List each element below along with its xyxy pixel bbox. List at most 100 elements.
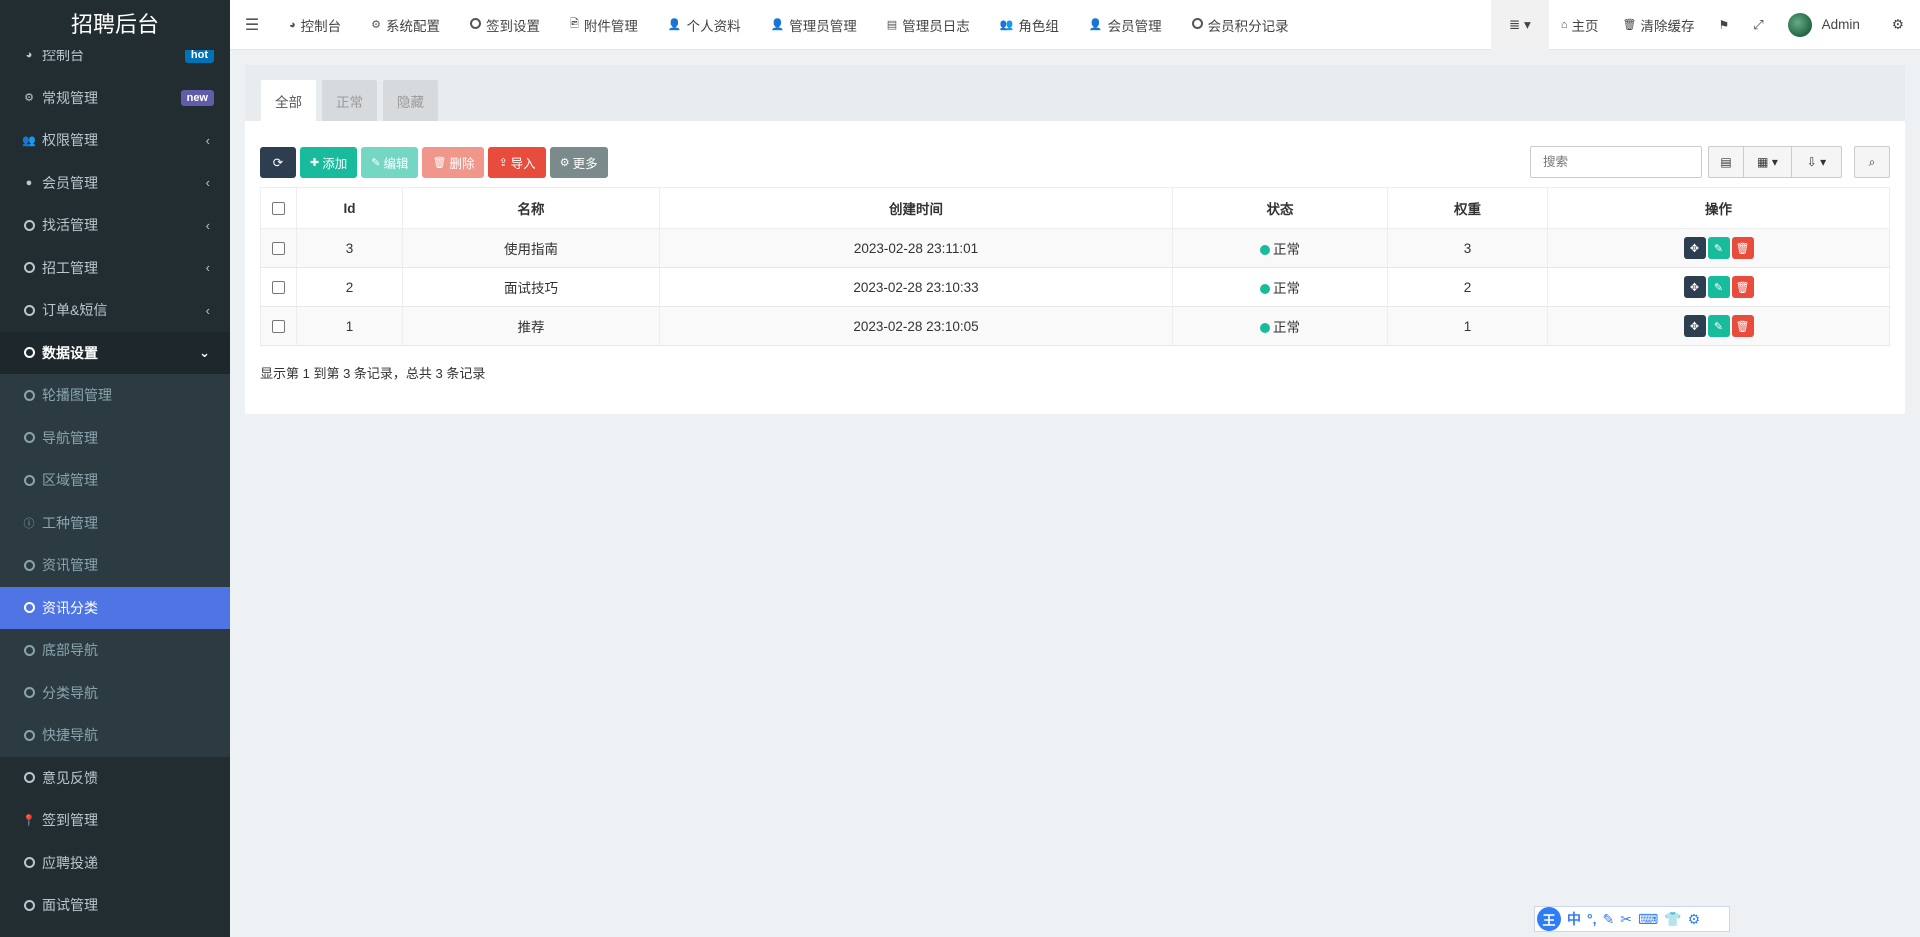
search-input[interactable] xyxy=(1530,146,1702,178)
row-delete-button[interactable]: 🗑 xyxy=(1731,315,1754,337)
row-select-cell xyxy=(260,306,297,346)
sidebar-toggle-icon[interactable]: ☰ xyxy=(230,0,274,50)
sidebar-item-members[interactable]: ● 会员管理 ‹ xyxy=(0,162,230,205)
nav-dashboard[interactable]: ◕ 控制台 xyxy=(274,0,356,50)
nav-members[interactable]: 👤 会员管理 xyxy=(1074,0,1177,50)
add-button[interactable]: ✚ 添加 xyxy=(300,146,358,178)
menu-dropdown-button[interactable]: ≣ ▾ xyxy=(1490,0,1549,50)
row-edit-button[interactable]: ✎ xyxy=(1707,315,1730,337)
import-label: 导入 xyxy=(510,156,536,171)
clear-cache-button[interactable]: 🗑 清除缓存 xyxy=(1610,0,1706,50)
chevron-left-icon: ‹ xyxy=(205,217,210,233)
sidebar-item-orders-sms[interactable]: 订单&短信 ‹ xyxy=(0,289,230,332)
sidebar-item-label: 找活管理 xyxy=(42,217,98,234)
drag-sort-button[interactable]: ✥ xyxy=(1683,276,1706,298)
ime-logo[interactable]: 王 xyxy=(1537,907,1561,931)
chevron-down-icon: ⌄ xyxy=(199,344,210,360)
export-button[interactable]: ⇩ ▾ xyxy=(1792,146,1842,178)
column-header-name[interactable]: 名称 xyxy=(402,187,660,229)
sidebar-item-label: 轮播图管理 xyxy=(42,387,112,404)
sidebar-item-recruit[interactable]: 招工管理 ‹ xyxy=(0,247,230,290)
circle-icon xyxy=(22,643,36,657)
drag-sort-button[interactable]: ✥ xyxy=(1683,237,1706,259)
nav-label: 控制台 xyxy=(300,18,342,34)
keyboard-icon[interactable]: ⌨ xyxy=(1638,911,1658,928)
scissors-icon[interactable]: ✂ xyxy=(1620,911,1632,928)
search-button[interactable]: ⌕ xyxy=(1854,146,1890,178)
column-header-status[interactable]: 状态 xyxy=(1172,187,1388,229)
fullscreen-icon[interactable]: ⤢ xyxy=(1741,0,1775,50)
more-button[interactable]: ⚙ 更多 xyxy=(549,146,608,178)
nav-admins[interactable]: 👤 管理员管理 xyxy=(756,0,872,50)
user-icon: 👤 xyxy=(770,19,785,31)
sidebar-subitem-category-nav[interactable]: 分类导航 xyxy=(0,672,230,715)
sidebar-subitem-quick-nav[interactable]: 快捷导航 xyxy=(0,714,230,757)
handwriting-icon[interactable]: ✎ xyxy=(1603,911,1615,928)
sidebar-subitem-footer-nav[interactable]: 底部导航 xyxy=(0,629,230,672)
row-select-cell xyxy=(260,267,297,307)
delete-button[interactable]: 🗑 删除 xyxy=(422,146,485,178)
row-checkbox[interactable] xyxy=(272,242,285,256)
ime-language-toggle[interactable]: 中 xyxy=(1567,909,1581,929)
column-header-created[interactable]: 创建时间 xyxy=(659,187,1173,229)
sidebar-subitem-job-type[interactable]: ⓘ 工种管理 xyxy=(0,502,230,545)
row-checkbox[interactable] xyxy=(272,320,285,334)
column-header-weight[interactable]: 权重 xyxy=(1387,187,1548,229)
nav-system-config[interactable]: ⚙ 系统配置 xyxy=(356,0,455,50)
sidebar-item-label: 导航管理 xyxy=(42,429,98,446)
sidebar-item-label: 面试管理 xyxy=(42,897,98,914)
toggle-view-button[interactable]: ▤ xyxy=(1708,146,1744,178)
sidebar-subitem-news[interactable]: 资讯管理 xyxy=(0,544,230,587)
sidebar-item-label: 分类导航 xyxy=(42,684,98,701)
tab-all[interactable]: 全部 xyxy=(261,80,316,121)
columns-button[interactable]: ▦ ▾ xyxy=(1744,146,1792,178)
language-icon[interactable]: ⚑ xyxy=(1706,0,1741,50)
row-checkbox[interactable] xyxy=(272,281,285,295)
sidebar-item-find-work[interactable]: 找活管理 ‹ xyxy=(0,204,230,247)
app-logo[interactable]: 招聘后台 xyxy=(0,0,230,50)
tab-hidden[interactable]: 隐藏 xyxy=(383,80,438,121)
table-row: 2 面试技巧 2023-02-28 23:10:33 正常 2 ✥ ✎ 🗑 xyxy=(260,267,1890,307)
row-edit-button[interactable]: ✎ xyxy=(1707,276,1730,298)
select-all-checkbox[interactable] xyxy=(272,202,285,216)
users-icon: 👥 xyxy=(999,19,1014,31)
sidebar-item-applications[interactable]: 应聘投递 xyxy=(0,842,230,885)
sidebar-subitem-banner[interactable]: 轮播图管理 xyxy=(0,374,230,417)
row-delete-button[interactable]: 🗑 xyxy=(1731,276,1754,298)
column-header-id[interactable]: Id xyxy=(296,187,403,229)
tab-normal[interactable]: 正常 xyxy=(322,80,377,121)
settings-icon[interactable]: ⚙ xyxy=(1688,911,1701,928)
user-menu[interactable]: Admin xyxy=(1776,0,1880,50)
sidebar-item-data-settings[interactable]: 数据设置 ⌄ xyxy=(0,331,230,374)
sidebar-item-label: 意见反馈 xyxy=(42,769,98,786)
skin-icon[interactable]: 👕 xyxy=(1664,911,1681,928)
circle-icon xyxy=(22,431,36,445)
sidebar-item-checkin[interactable]: 📍 签到管理 xyxy=(0,799,230,842)
home-link[interactable]: ⌂ 主页 xyxy=(1549,0,1611,50)
sidebar-item-interviews[interactable]: 面试管理 xyxy=(0,884,230,927)
nav-checkin-settings[interactable]: 签到设置 xyxy=(455,0,555,50)
circle-icon xyxy=(1191,17,1203,32)
nav-profile[interactable]: 👤 个人资料 xyxy=(653,0,756,50)
cell-id: 3 xyxy=(296,228,403,268)
import-button[interactable]: ⇪ 导入 xyxy=(488,146,546,178)
sidebar-item-general[interactable]: ⚙ 常规管理 new xyxy=(0,77,230,120)
sidebar-subitem-nav[interactable]: 导航管理 xyxy=(0,417,230,460)
edit-button[interactable]: ✎ 编辑 xyxy=(361,146,419,178)
table-tools: ▤ ▦ ▾ ⇩ ▾ ⌕ xyxy=(1530,146,1890,178)
row-delete-button[interactable]: 🗑 xyxy=(1731,237,1754,259)
nav-attachments[interactable]: 🖻 附件管理 xyxy=(555,0,653,50)
nav-role-group[interactable]: 👥 角色组 xyxy=(985,0,1074,50)
content-panel: 全部 正常 隐藏 ⟳ ✚添加 ✎编辑 🗑删除 ⇪导入 ⚙更多 ▤ ▦ ▾ ⇩ ▾… xyxy=(245,65,1905,414)
row-edit-button[interactable]: ✎ xyxy=(1707,237,1730,259)
settings-cogs-icon[interactable]: ⚙ xyxy=(1880,0,1920,50)
nav-admin-log[interactable]: ▤ 管理员日志 xyxy=(872,0,985,50)
nav-member-points[interactable]: 会员积分记录 xyxy=(1177,0,1304,50)
sidebar-subitem-news-category[interactable]: 资讯分类 xyxy=(0,586,230,629)
refresh-button[interactable]: ⟳ xyxy=(260,146,296,178)
drag-sort-button[interactable]: ✥ xyxy=(1683,315,1706,337)
punctuation-icon[interactable]: °, xyxy=(1587,911,1597,927)
sidebar-item-permissions[interactable]: 👥 权限管理 ‹ xyxy=(0,119,230,162)
sidebar-item-feedback[interactable]: 意见反馈 xyxy=(0,757,230,800)
sidebar-subitem-region[interactable]: 区域管理 xyxy=(0,459,230,502)
